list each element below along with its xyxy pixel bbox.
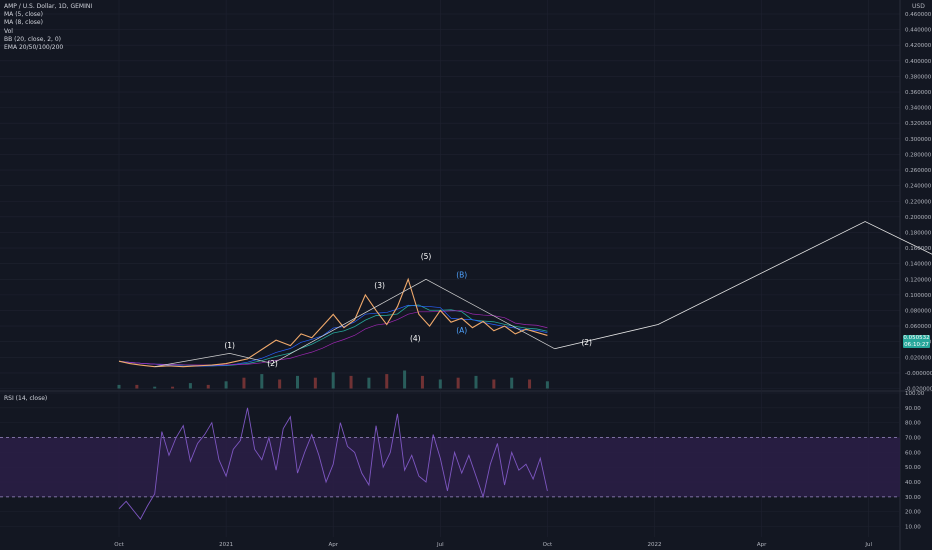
rsi-band-fill: [0, 437, 900, 497]
time-tick-label: Jul: [864, 542, 872, 548]
wave-label: (2): [581, 338, 592, 347]
last-price-value: 0.050532: [903, 335, 930, 341]
symbol-title[interactable]: AMP / U.S. Dollar, 1D, GEMINI: [4, 3, 92, 11]
rsi-band: [0, 437, 900, 498]
price-tick-label: 0.060000: [905, 324, 932, 330]
time-tick-label: Apr: [757, 542, 767, 548]
volume-bar: [260, 374, 264, 389]
volume-bar: [331, 372, 335, 389]
time-tick-label: Oct: [114, 542, 124, 548]
price-tick-label: 0.120000: [905, 277, 932, 283]
volume-bar: [545, 381, 549, 389]
volume-bar: [456, 377, 460, 389]
price-tick-label: 0.380000: [905, 74, 932, 80]
rsi-tick-label: 20.00: [905, 510, 921, 516]
wave-label: (1): [224, 341, 235, 350]
volume-bar: [171, 386, 175, 389]
time-tick-label: 2021: [219, 542, 233, 548]
volume-bar: [403, 370, 407, 389]
rsi-tick-label: 50.00: [905, 465, 921, 471]
rsi-pane-label[interactable]: RSI (14, close): [4, 395, 47, 402]
volume-bar: [349, 375, 353, 389]
price-tick-label: 0.140000: [905, 262, 932, 268]
price-tick-label: 0.220000: [905, 199, 932, 205]
price-tick-label: 0.360000: [905, 90, 932, 96]
rsi-tick-label: 10.00: [905, 525, 921, 531]
volume-bar: [313, 377, 317, 389]
chart-legend: AMP / U.S. Dollar, 1D, GEMINI MA (5, clo…: [4, 3, 92, 52]
last-price-tag: 0.050532 06:10:27: [903, 335, 930, 348]
wave-label: (3): [374, 281, 385, 290]
time-tick-label: 2022: [648, 542, 662, 548]
price-tick-label: 0.440000: [905, 28, 932, 34]
volume-bar: [153, 386, 157, 389]
wave-label: (4): [410, 334, 421, 343]
chart-canvas[interactable]: (1)(2)(3)(4)(5)(2)(3)(4)(5)(B)(A) 0.4600…: [0, 0, 932, 550]
price-tick-label: 0.240000: [905, 184, 932, 190]
price-tick-label: 0.460000: [905, 12, 932, 18]
price-tick-label: 0.340000: [905, 106, 932, 112]
indicator-vol[interactable]: Vol: [4, 28, 92, 36]
rsi-tick-label: 100.00: [905, 391, 925, 397]
volume-bar: [242, 377, 246, 389]
indicator-bb[interactable]: BB (20, close, 2, 0): [4, 36, 92, 44]
volume-bar: [367, 377, 371, 389]
rsi-tick-label: 70.00: [905, 436, 921, 442]
price-tick-label: 0.100000: [905, 293, 932, 299]
volume-bars: [117, 370, 549, 389]
volume-bar: [438, 379, 442, 389]
rsi-tick-label: 30.00: [905, 495, 921, 501]
wave-projection-line: [554, 221, 932, 350]
wave-labels: (1)(2)(3)(4)(5)(2)(3)(4)(5)(B)(A): [224, 252, 592, 368]
time-tick-label: Oct: [543, 542, 553, 548]
wave-label: (B): [456, 271, 467, 280]
volume-bar: [296, 375, 299, 389]
price-tick-label: 0.160000: [905, 246, 932, 252]
time-tick-label: Apr: [328, 542, 338, 548]
time-axis[interactable]: Oct2021AprJulOct2022AprJulOct2023: [114, 542, 932, 548]
price-tick-label: 0.080000: [905, 308, 932, 314]
volume-bar: [474, 375, 478, 389]
volume-bar: [135, 384, 139, 389]
wave-structure-line: [154, 278, 555, 367]
indicator-ma5[interactable]: MA (5, close): [4, 11, 92, 19]
wave-label: (A): [456, 326, 467, 335]
rsi-tick-label: 90.00: [905, 406, 921, 412]
volume-bar: [188, 383, 192, 389]
volume-bar: [224, 381, 228, 389]
volume-bar: [510, 377, 514, 389]
price-tick-label: 0.020000: [905, 355, 932, 361]
volume-bar: [278, 379, 282, 389]
last-price-countdown: 06:10:27: [904, 341, 929, 348]
indicator-ema[interactable]: EMA 20/50/100/200: [4, 44, 92, 52]
volume-bar: [385, 374, 389, 389]
price-tick-label: 0.260000: [905, 168, 932, 174]
price-tick-label: -0.000000: [905, 371, 932, 377]
volume-bar: [528, 379, 532, 389]
price-tick-label: 0.280000: [905, 152, 932, 158]
volume-bar: [206, 384, 210, 389]
wave-label: (5): [421, 252, 432, 261]
volume-bar: [492, 379, 496, 389]
rsi-tick-label: 40.00: [905, 480, 921, 486]
price-tick-label: 0.180000: [905, 230, 932, 236]
rsi-tick-label: 60.00: [905, 450, 921, 456]
price-tick-label: 0.420000: [905, 43, 932, 49]
rsi-axis[interactable]: 100.00 90.00 80.00 70.00 60.00 50.00 40.00 30.0…: [905, 391, 925, 531]
volume-bar: [117, 384, 121, 389]
price-tick-label: 0.320000: [905, 121, 932, 127]
wave-label: (2): [267, 359, 278, 368]
indicator-ma8[interactable]: MA (8, close): [4, 19, 92, 27]
price-tick-label: 0.400000: [905, 59, 932, 65]
currency-label: USD: [912, 3, 925, 10]
price-tick-label: 0.300000: [905, 137, 932, 143]
price-tick-label: 0.200000: [905, 215, 932, 221]
time-tick-label: Jul: [436, 542, 444, 548]
rsi-tick-label: 80.00: [905, 421, 921, 427]
wave-channel-line: [272, 279, 427, 364]
volume-bar: [420, 375, 424, 389]
